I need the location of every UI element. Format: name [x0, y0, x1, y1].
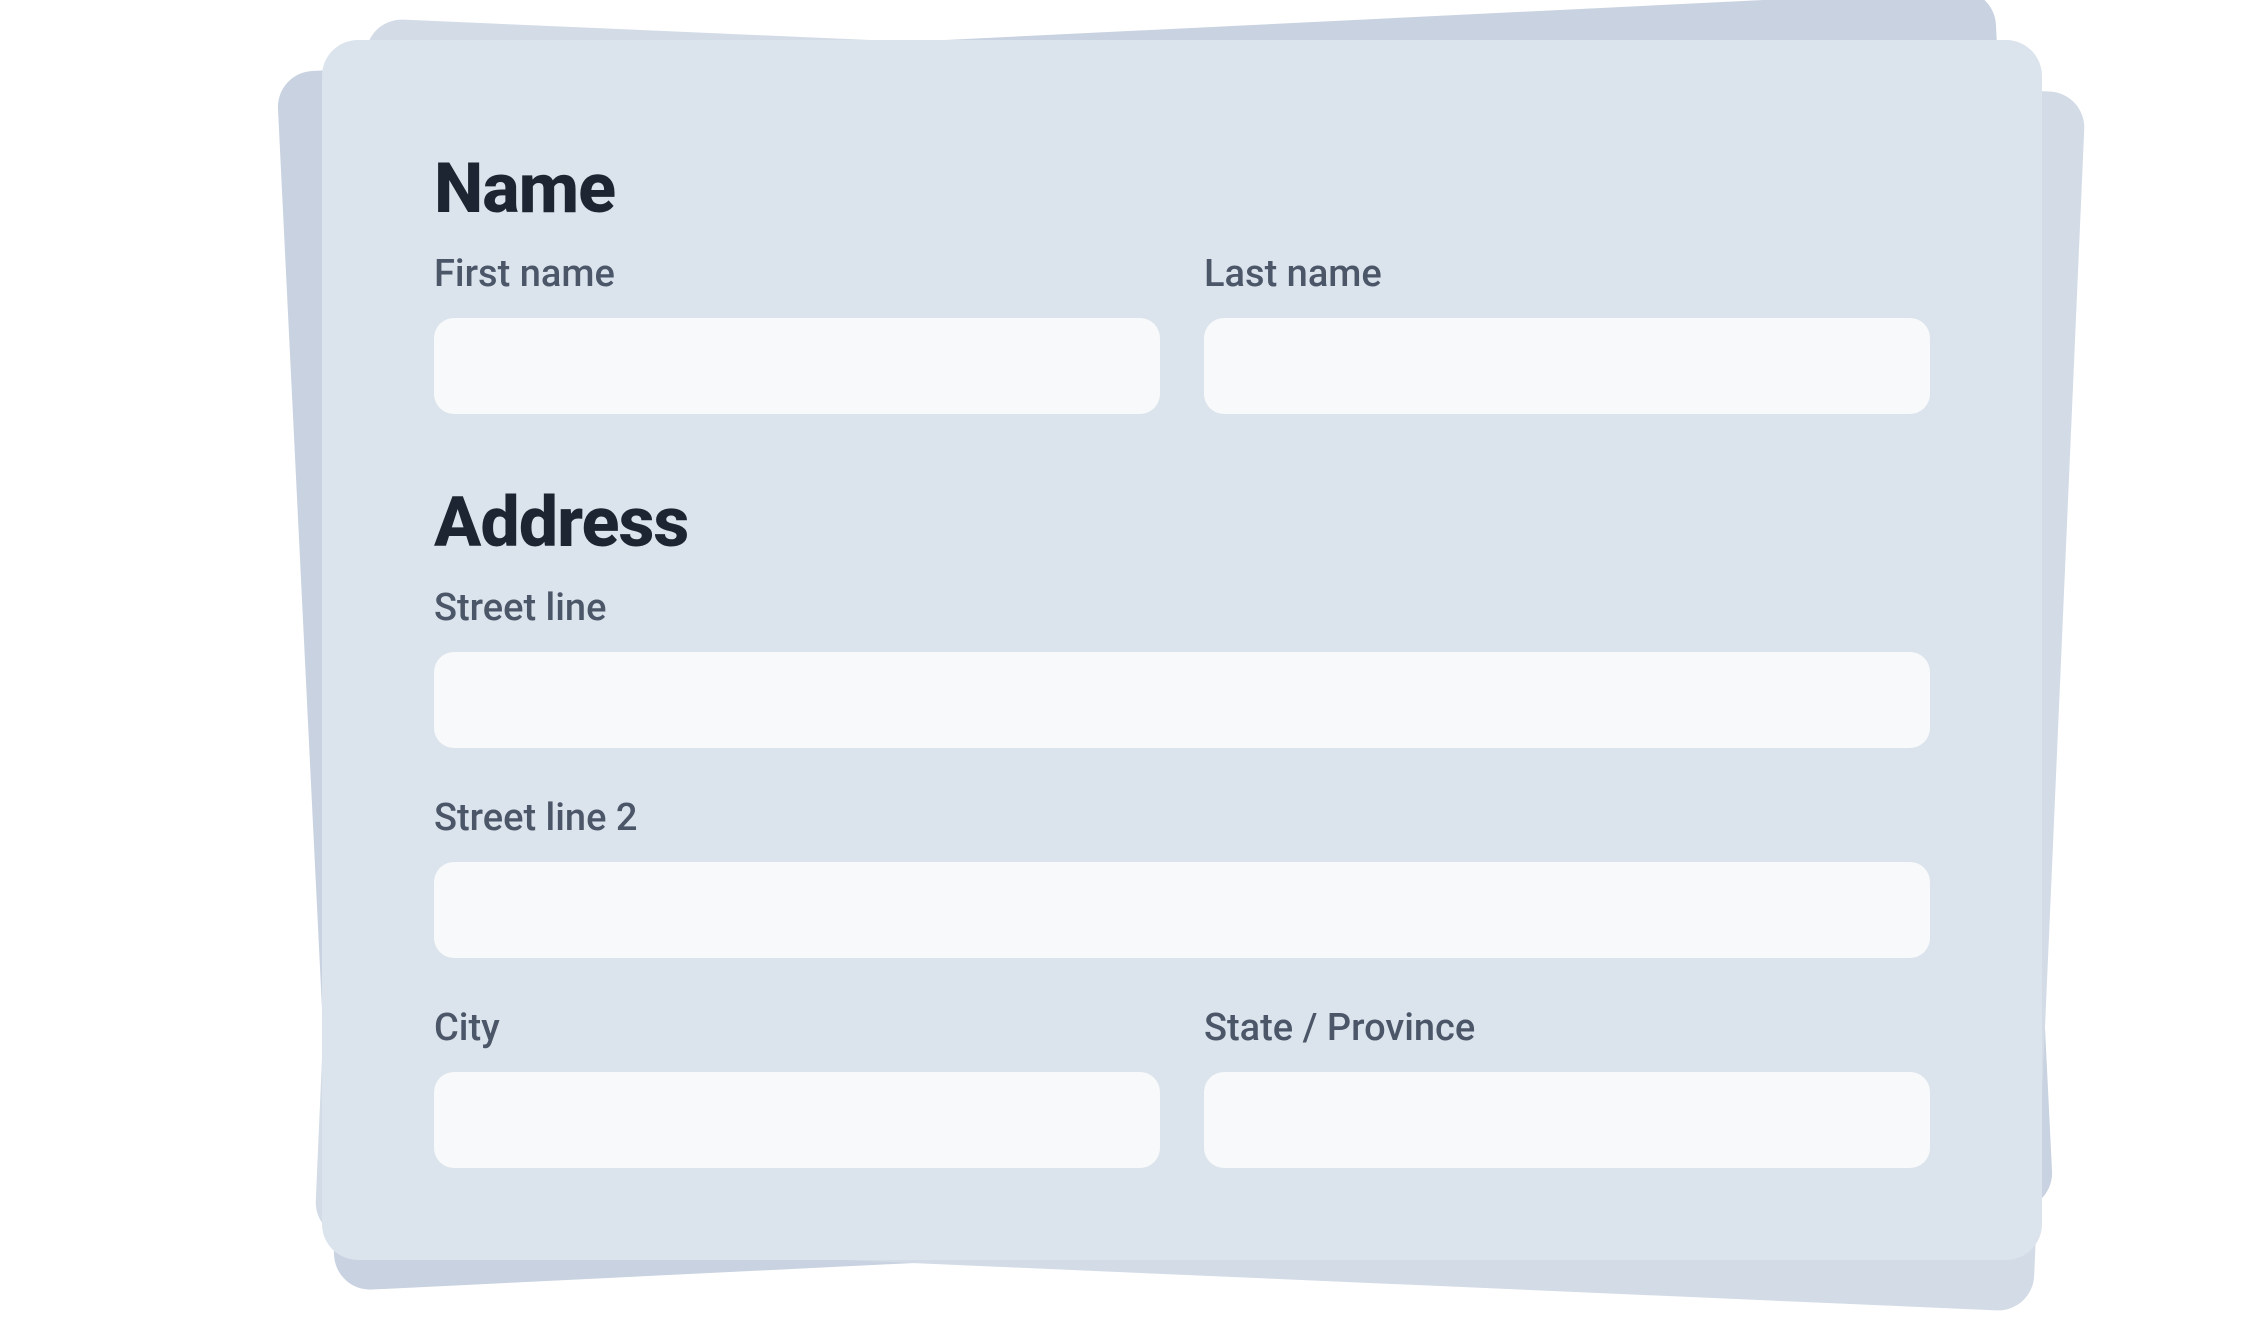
- name-row: First name Last name: [434, 252, 1930, 414]
- first-name-input[interactable]: [434, 318, 1160, 414]
- form-card: Name First name Last name Address Street…: [322, 40, 2042, 1260]
- state-input[interactable]: [1204, 1072, 1930, 1168]
- last-name-field: Last name: [1204, 252, 1930, 414]
- street-line-label: Street line: [434, 586, 1930, 630]
- name-section-heading: Name: [434, 148, 1930, 230]
- street-line-input[interactable]: [434, 652, 1930, 748]
- state-field: State / Province: [1204, 1006, 1930, 1168]
- street-line-field: Street line: [434, 586, 1930, 748]
- street-line-2-label: Street line 2: [434, 796, 1930, 840]
- city-label: City: [434, 1006, 1160, 1050]
- street-line-2-input[interactable]: [434, 862, 1930, 958]
- form-card-stack: Name First name Last name Address Street…: [0, 0, 2266, 1333]
- city-field: City: [434, 1006, 1160, 1168]
- address-section-heading: Address: [434, 482, 1930, 564]
- last-name-label: Last name: [1204, 252, 1930, 296]
- city-state-row: City State / Province: [434, 1006, 1930, 1168]
- first-name-label: First name: [434, 252, 1160, 296]
- state-label: State / Province: [1204, 1006, 1930, 1050]
- street-line-2-field: Street line 2: [434, 796, 1930, 958]
- first-name-field: First name: [434, 252, 1160, 414]
- street-line-row: Street line: [434, 586, 1930, 748]
- street-line-2-row: Street line 2: [434, 796, 1930, 958]
- last-name-input[interactable]: [1204, 318, 1930, 414]
- city-input[interactable]: [434, 1072, 1160, 1168]
